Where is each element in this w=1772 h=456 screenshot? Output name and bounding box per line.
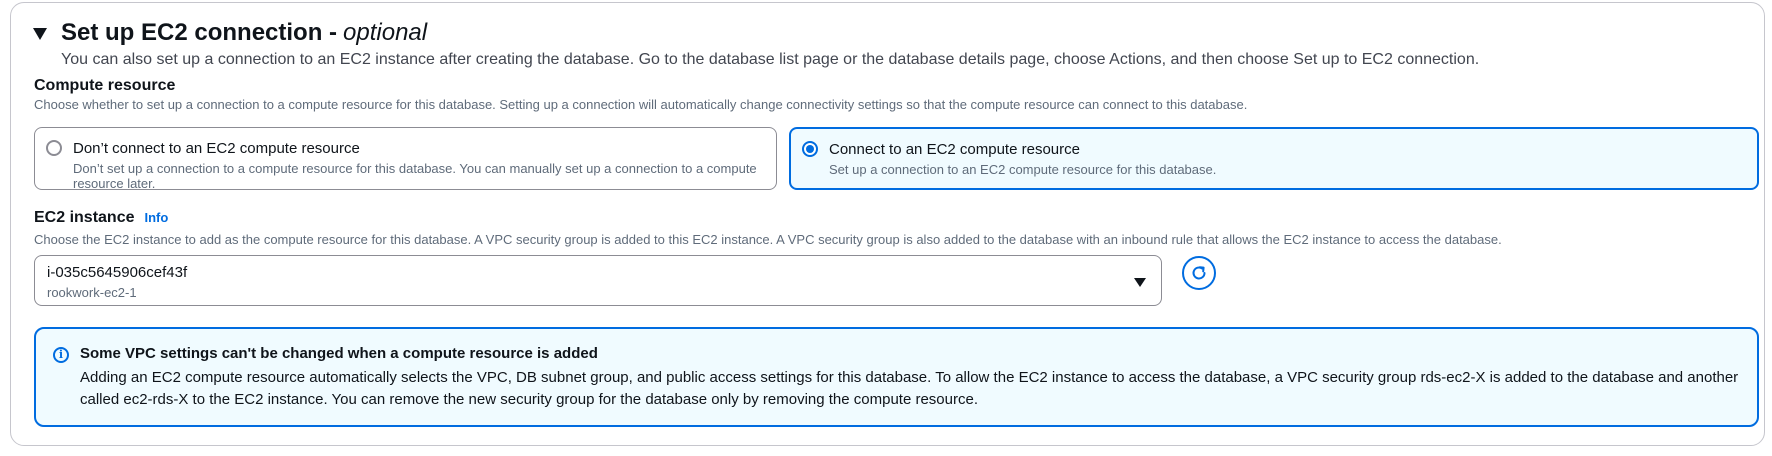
ec2-instance-description: Choose the EC2 instance to add as the co… [34, 232, 1502, 247]
caret-down-icon[interactable] [33, 28, 47, 40]
info-link[interactable]: Info [144, 210, 168, 225]
refresh-icon [1192, 266, 1206, 280]
section-title: Set up EC2 connection - [61, 19, 338, 46]
option-dont-connect-description: Don’t set up a connection to a compute r… [73, 161, 757, 191]
ec2-instance-label: EC2 instance [34, 209, 135, 226]
option-dont-connect[interactable]: Don’t connect to an EC2 compute resource… [34, 127, 777, 191]
section-title-optional: optional [343, 19, 428, 46]
alert-title: Some VPC settings can't be changed when … [80, 345, 598, 362]
compute-resource-label: Compute resource [34, 77, 176, 94]
radio-connect[interactable] [802, 141, 818, 157]
option-connect-description: Set up a connection to an EC2 compute re… [829, 162, 1217, 177]
alert-body: Adding an EC2 compute resource automatic… [80, 369, 1739, 408]
radio-dont-connect[interactable] [46, 140, 62, 156]
ec2-instance-id: i-035c5645906cef43f [47, 264, 188, 281]
refresh-button[interactable] [1182, 256, 1216, 290]
compute-resource-description: Choose whether to set up a connection to… [34, 97, 1248, 112]
option-connect-title: Connect to an EC2 compute resource [829, 141, 1080, 158]
info-icon: i [53, 347, 69, 363]
option-dont-connect-title: Don’t connect to an EC2 compute resource [73, 140, 360, 157]
section-description: You can also set up a connection to an E… [61, 51, 1480, 68]
dropdown-arrow-icon[interactable] [1134, 278, 1146, 287]
section-header[interactable]: Set up EC2 connection - optional [33, 19, 427, 47]
ec2-instance-label-row: EC2 instance Info [34, 209, 168, 227]
option-connect[interactable]: Connect to an EC2 compute resource Set u… [789, 127, 1759, 190]
ec2-connection-panel: Set up EC2 connection - optional You can… [10, 2, 1765, 446]
ec2-instance-name: rookwork-ec2-1 [47, 285, 137, 300]
vpc-info-alert: i Some VPC settings can't be changed whe… [34, 327, 1759, 427]
ec2-instance-select[interactable]: i-035c5645906cef43f rookwork-ec2-1 [34, 255, 1162, 306]
